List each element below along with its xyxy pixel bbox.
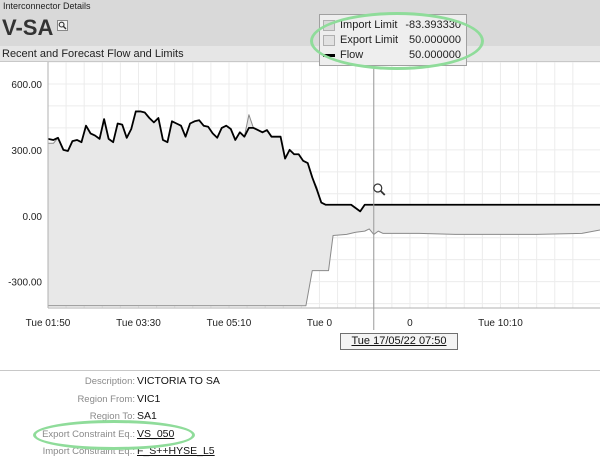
detail-row-region-from: Region From: VIC1: [0, 391, 600, 409]
page-title: V-SA: [2, 15, 54, 40]
detail-row-description: Description: VICTORIA TO SA: [0, 373, 600, 391]
details-panel: Description: VICTORIA TO SA Region From:…: [0, 371, 600, 462]
detail-value: VICTORIA TO SA: [137, 375, 220, 387]
y-tick-label: 0.00: [23, 212, 43, 223]
flow-chart[interactable]: -300.00 0.00 300.00 600.00 Tue 01:50 Tue 03:3…: [0, 61, 600, 370]
magnifier-icon[interactable]: [57, 20, 68, 31]
legend-swatch: [323, 35, 335, 46]
legend-label: Export Limit: [340, 34, 399, 46]
detail-label: Description:: [84, 376, 135, 387]
y-tick-label: 600.00: [11, 80, 42, 91]
limit-band: [48, 111, 600, 306]
flow-chart-svg[interactable]: -300.00 0.00 300.00 600.00 Tue 01:50 Tue 03:3…: [0, 61, 600, 370]
detail-label: Import Constraint Eq.:: [42, 446, 135, 457]
legend-value: 50.000000: [409, 34, 461, 46]
detail-label: Export Constraint Eq.:: [42, 429, 135, 440]
detail-row-export-constraint: Export Constraint Eq.: VS_050: [0, 426, 600, 444]
detail-row-region-to: Region To: SA1: [0, 408, 600, 426]
header: V-SA: [0, 13, 600, 46]
window-title: Interconnector Details: [0, 0, 600, 13]
y-tick-label: 300.00: [11, 146, 42, 157]
x-tick-label: Tue 01:50: [26, 318, 71, 329]
x-tick-label: Tue 05:10: [207, 318, 252, 329]
legend-item-import-limit: Import Limit -83.393330: [320, 18, 466, 33]
cursor-time-tooltip: Tue 17/05/22 07:50: [340, 333, 458, 350]
x-tick-label: 0: [407, 318, 413, 329]
legend-value: 50.000000: [409, 49, 461, 61]
legend-swatch: [323, 54, 335, 57]
x-tick-label: Tue 03:30: [116, 318, 161, 329]
legend-label: Flow: [340, 49, 364, 61]
legend-swatch: [323, 20, 335, 31]
import-constraint-link[interactable]: F_S++HYSE_L5: [137, 445, 215, 457]
detail-row-import-constraint: Import Constraint Eq.: F_S++HYSE_L5: [0, 443, 600, 461]
detail-value: VIC1: [137, 393, 161, 405]
x-tick-label: Tue 0: [307, 318, 333, 329]
detail-value: SA1: [137, 410, 157, 422]
chart-panel-title: Recent and Forecast Flow and Limits: [0, 46, 600, 62]
legend-item-export-limit: Export Limit 50.000000: [320, 33, 466, 48]
legend-value: -83.393330: [405, 19, 461, 31]
export-constraint-link[interactable]: VS_050: [137, 428, 174, 440]
legend-label: Import Limit: [340, 19, 398, 31]
chart-legend: Import Limit -83.393330 Export Limit 50.…: [319, 14, 467, 66]
y-tick-label: -300.00: [8, 278, 42, 289]
x-tick-label: Tue 10:10: [478, 318, 523, 329]
detail-label: Region From:: [77, 394, 135, 405]
legend-item-flow: Flow 50.000000: [320, 48, 466, 63]
detail-label: Region To:: [89, 411, 135, 422]
